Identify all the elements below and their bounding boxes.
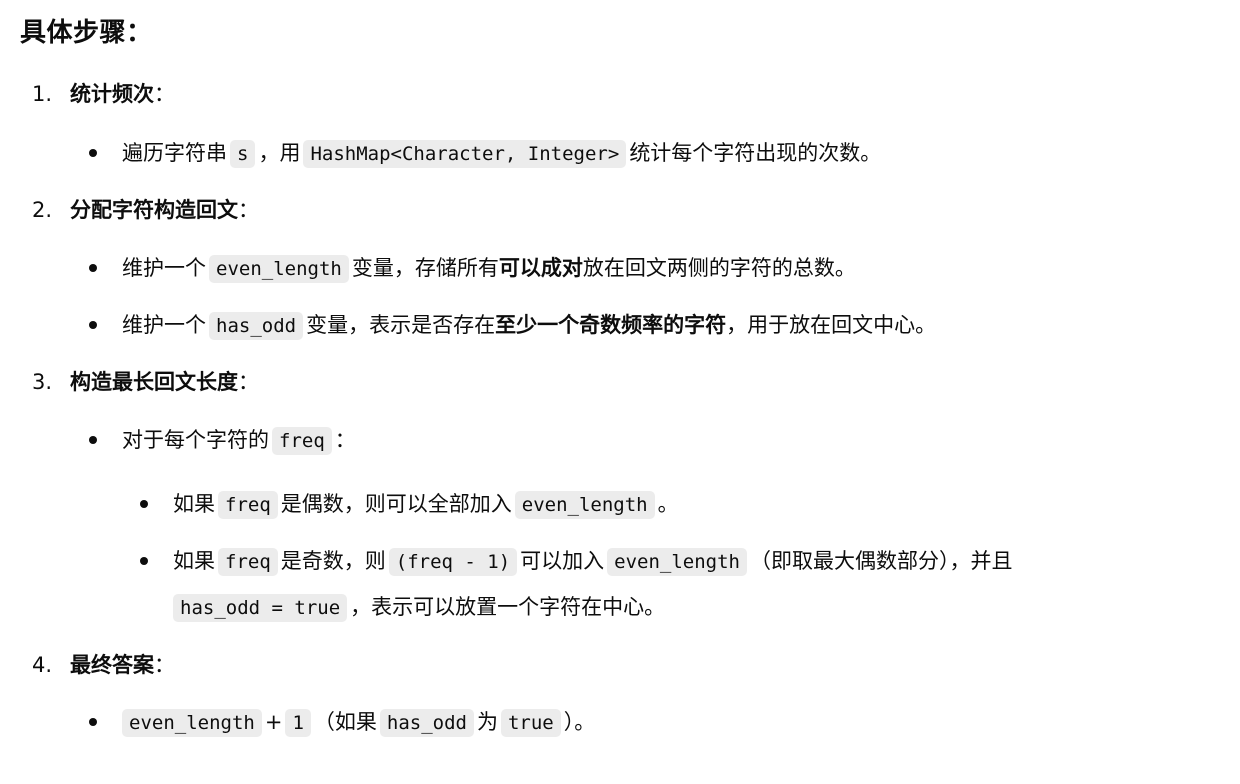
- bullet-dot: [89, 321, 97, 329]
- step-title-2-text: 分配字符构造回文: [70, 198, 238, 222]
- text: 如果: [173, 492, 215, 516]
- inline-code: even_length: [514, 491, 655, 519]
- inline-code: (freq - 1): [388, 548, 518, 576]
- section-heading: 具体步骤：: [20, 18, 153, 48]
- emphasis: 可以成对: [498, 256, 583, 280]
- inline-code: even_length: [607, 548, 747, 576]
- text: 遍历字符串: [122, 141, 227, 165]
- step-2-bullet-2: 维护一个 has_odd 变量，表示是否存在至少一个奇数频率的字符，用于放在回文中心…: [122, 309, 936, 342]
- text: 变量，表示是否存在: [306, 313, 496, 337]
- text: ）。: [563, 710, 596, 734]
- step-title-4-colon: ：: [154, 653, 175, 677]
- text: 。: [657, 492, 679, 516]
- step-title-4: 最终答案：: [70, 649, 175, 681]
- text: ：: [334, 428, 356, 452]
- inline-code: true: [500, 709, 561, 737]
- emphasis: 至少一个奇数频率的字符: [495, 313, 727, 337]
- inline-code: freq: [218, 491, 278, 519]
- step-title-1-text: 统计频次: [70, 82, 154, 106]
- inline-code: has_odd: [379, 709, 474, 737]
- bullet-dot: [89, 264, 97, 272]
- inline-code: s: [230, 140, 256, 168]
- text: 如果: [173, 549, 215, 573]
- step-3-sub-bullet-1: 如果 freq 是偶数，则可以全部加入 even_length。: [173, 488, 679, 521]
- step-number-1: 1.: [32, 82, 53, 106]
- step-title-3-colon: ：: [238, 370, 259, 394]
- step-number-3: 3.: [32, 370, 53, 394]
- bullet-dot: [140, 557, 148, 565]
- step-title-4-text: 最终答案: [70, 653, 154, 677]
- text: ，表示可以放置一个字符在中心。: [350, 595, 666, 619]
- inline-code: even_length: [209, 255, 349, 283]
- inline-code: freq: [218, 548, 278, 576]
- text: 统计每个字符出现的次数。: [629, 141, 882, 165]
- step-number-2: 2.: [32, 198, 53, 222]
- text: 放在回文两侧的字符的总数。: [582, 256, 856, 280]
- text: 维护一个: [122, 256, 206, 280]
- text: （即取最大偶数部分），并且: [750, 549, 1013, 573]
- text: 可以加入: [520, 549, 605, 573]
- document: 具体步骤： 1. 统计频次： 遍历字符串 s ，用 HashMap<Character…: [0, 0, 1240, 784]
- text: 对于每个字符的: [122, 428, 269, 452]
- step-title-1: 统计频次：: [70, 78, 175, 110]
- step-3-bullet-1: 对于每个字符的 freq：: [122, 424, 356, 457]
- step-title-3-text: 构造最长回文长度: [70, 370, 238, 394]
- step-number-4: 4.: [32, 653, 53, 677]
- step-4-bullet-1: even_length +1 （如果 has_odd 为 true）。: [119, 706, 595, 739]
- step-title-3: 构造最长回文长度：: [70, 366, 259, 398]
- text: 是偶数，则可以全部加入: [280, 492, 512, 516]
- text: ，用于放在回文中心。: [726, 313, 937, 337]
- text: 为: [476, 710, 498, 734]
- inline-code: has_odd: [209, 312, 304, 340]
- inline-code: 1: [285, 709, 311, 737]
- bullet-dot: [89, 149, 97, 157]
- step-2-bullet-1: 维护一个 even_length 变量，存储所有可以成对放在回文两侧的字符的总数。: [122, 252, 856, 285]
- inline-code: even_length: [122, 709, 262, 737]
- step-title-2-colon: ：: [238, 198, 259, 222]
- text: ，用: [258, 141, 301, 165]
- step-3-sub-bullet-2-continued: has_odd = true ，表示可以放置一个字符在中心。: [170, 591, 665, 624]
- bullet-dot: [89, 436, 97, 444]
- inline-code: HashMap<Character, Integer>: [303, 140, 627, 168]
- step-1-bullet-1: 遍历字符串 s ，用 HashMap<Character, Integer> 统计每个字…: [122, 137, 881, 170]
- inline-code: freq: [272, 427, 332, 455]
- bullet-dot: [89, 718, 97, 726]
- text: （如果: [313, 710, 377, 734]
- text: 变量，存储所有: [351, 256, 499, 280]
- step-title-1-colon: ：: [154, 82, 175, 106]
- text: +: [264, 710, 283, 734]
- text: 维护一个: [122, 313, 206, 337]
- step-3-sub-bullet-2: 如果 freq 是奇数，则 (freq - 1) 可以加入 even_length （即取最…: [173, 545, 1013, 578]
- step-title-2: 分配字符构造回文：: [70, 194, 259, 226]
- text: 是奇数，则: [280, 549, 386, 573]
- inline-code: has_odd = true: [173, 594, 348, 622]
- bullet-dot: [140, 500, 148, 508]
